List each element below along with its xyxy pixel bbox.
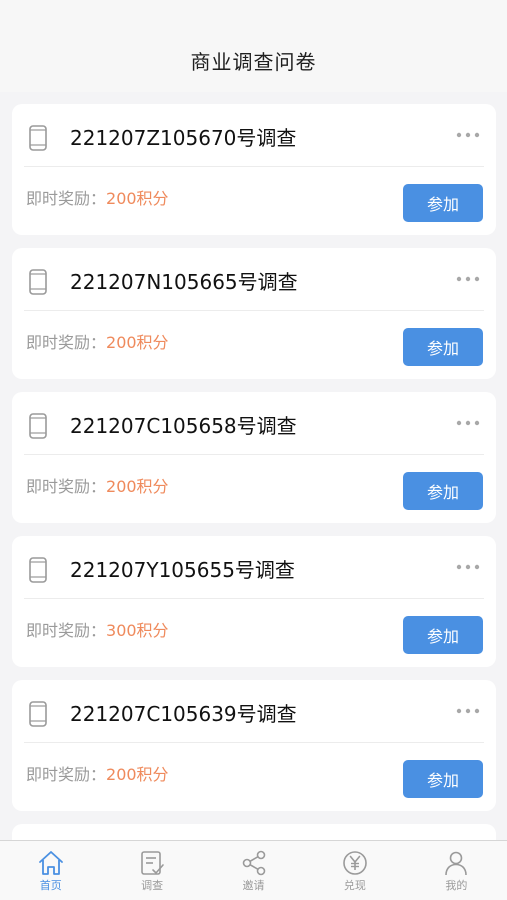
phone-icon <box>29 413 47 439</box>
user-icon <box>445 851 468 876</box>
reward-label: 即时奖励： <box>26 333 107 352</box>
survey-card-header: 221207Z105670号调查 <box>24 104 484 167</box>
survey-card-header: 221207C105639号调查 <box>24 680 484 743</box>
join-button[interactable]: 参加 <box>403 616 483 654</box>
survey-icon <box>141 851 164 875</box>
more-icon[interactable] <box>456 707 480 715</box>
survey-card[interactable]: 221207Y105655号调查 即时奖励：300积分 参加 <box>12 536 496 667</box>
join-button[interactable]: 参加 <box>403 328 483 366</box>
reward-label: 即时奖励： <box>26 621 107 640</box>
share-icon <box>242 850 265 876</box>
reward-text: 即时奖励：200积分 <box>26 764 169 786</box>
survey-card[interactable]: 221207Z105670号调查 即时奖励：200积分 参加 <box>12 104 496 235</box>
survey-card[interactable]: 221207C105639号调查 即时奖励：200积分 参加 <box>12 680 496 811</box>
tab-label: 我的 <box>445 879 468 892</box>
survey-card[interactable]: 221207C105658号调查 即时奖励：200积分 参加 <box>12 392 496 523</box>
tab-label: 调查 <box>141 879 164 892</box>
tab-profile[interactable]: 我的 <box>406 841 507 900</box>
phone-icon <box>29 557 47 583</box>
reward-value: 300积分 <box>106 621 169 640</box>
page-title: 商业调查问卷 <box>190 50 317 74</box>
survey-title: 221207Z105670号调查 <box>70 126 297 150</box>
join-button[interactable]: 参加 <box>403 760 483 798</box>
survey-card-header: 221207C105658号调查 <box>24 392 484 455</box>
reward-value: 200积分 <box>106 765 169 784</box>
survey-card-header: 221207Y105655号调查 <box>24 536 484 599</box>
tab-invite[interactable]: 邀请 <box>203 841 304 900</box>
reward-label: 即时奖励： <box>26 189 107 208</box>
reward-text: 即时奖励：200积分 <box>26 188 169 210</box>
reward-value: 200积分 <box>106 333 169 352</box>
more-icon[interactable] <box>456 563 480 571</box>
reward-label: 即时奖励： <box>26 765 107 784</box>
phone-icon <box>29 125 47 151</box>
more-icon[interactable] <box>456 419 480 427</box>
yen-icon <box>343 851 367 875</box>
survey-card[interactable]: 221207N105665号调查 即时奖励：200积分 参加 <box>12 248 496 379</box>
nav-header: 商业调查问卷 <box>0 0 507 92</box>
tab-label: 首页 <box>39 879 62 892</box>
join-button[interactable]: 参加 <box>403 472 483 510</box>
tab-home[interactable]: 首页 <box>0 841 101 900</box>
tab-label: 兑现 <box>343 879 366 892</box>
tab-survey[interactable]: 调查 <box>101 841 202 900</box>
home-icon <box>38 851 63 875</box>
reward-text: 即时奖励：200积分 <box>26 332 169 354</box>
survey-title: 221207C105639号调查 <box>70 702 297 726</box>
phone-icon <box>29 269 47 295</box>
more-icon[interactable] <box>456 275 480 283</box>
reward-label: 即时奖励： <box>26 477 107 496</box>
reward-text: 即时奖励：200积分 <box>26 476 169 498</box>
tab-redeem[interactable]: 兑现 <box>304 841 405 900</box>
phone-icon <box>29 701 47 727</box>
reward-value: 200积分 <box>106 477 169 496</box>
tab-bar: 首页 调查 邀请 兑现 我的 <box>0 840 507 900</box>
reward-value: 200积分 <box>106 189 169 208</box>
survey-title: 221207Y105655号调查 <box>70 558 295 582</box>
more-icon[interactable] <box>456 131 480 139</box>
survey-title: 221207N105665号调查 <box>70 270 298 294</box>
tab-label: 邀请 <box>242 879 265 892</box>
reward-text: 即时奖励：300积分 <box>26 620 169 642</box>
app-screen: 商业调查问卷 221207Z105670号调查 即时奖励：200积分 参加 22… <box>0 0 507 900</box>
survey-title: 221207C105658号调查 <box>70 414 297 438</box>
join-button[interactable]: 参加 <box>403 184 483 222</box>
survey-card-header: 221207N105665号调查 <box>24 248 484 311</box>
